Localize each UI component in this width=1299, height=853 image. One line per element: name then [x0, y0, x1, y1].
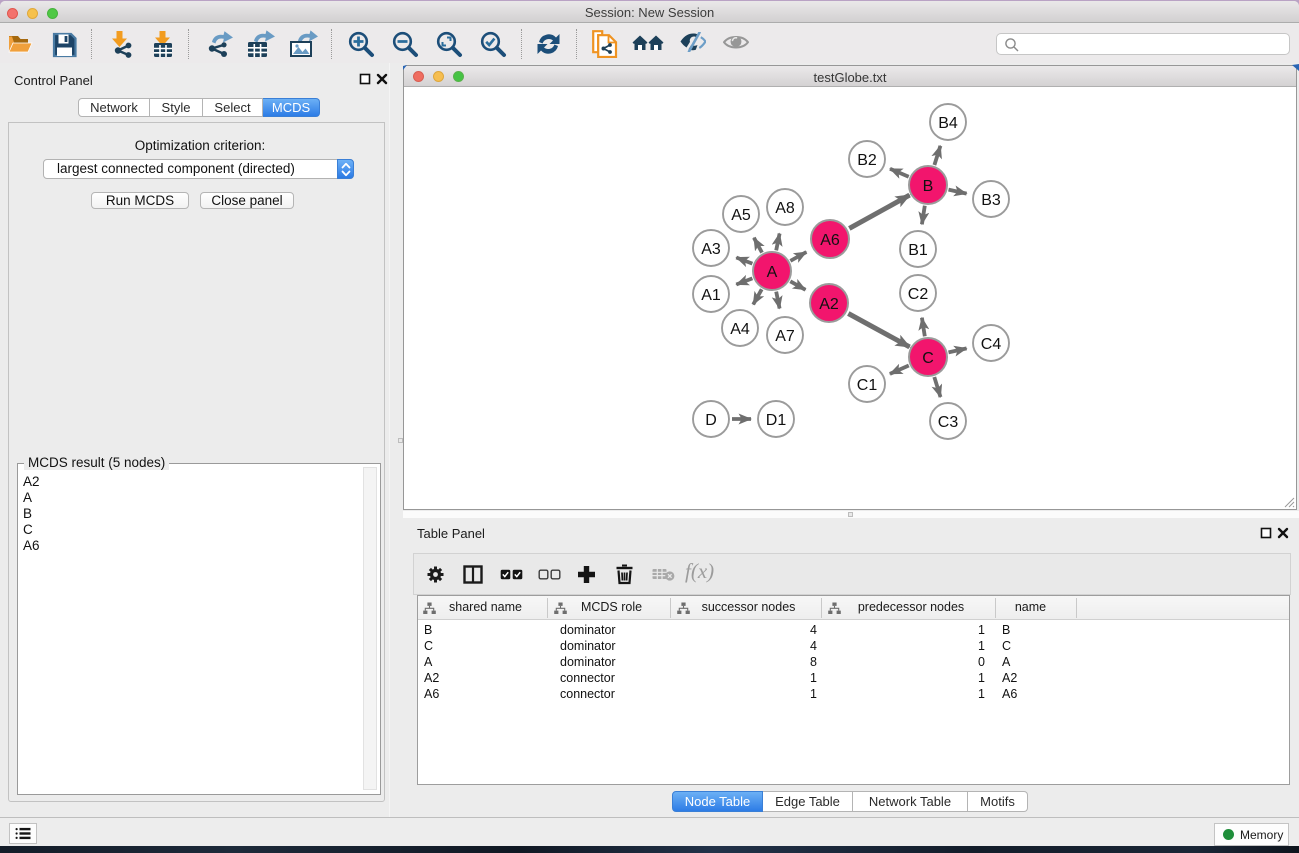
svg-text:B: B	[923, 178, 934, 195]
svg-text:C: C	[922, 350, 934, 367]
svg-text:D1: D1	[766, 412, 787, 429]
svg-text:C4: C4	[981, 336, 1002, 353]
svg-text:A6: A6	[820, 232, 840, 249]
svg-text:A7: A7	[775, 328, 795, 345]
svg-text:A4: A4	[730, 321, 750, 338]
svg-text:A: A	[767, 264, 778, 281]
svg-text:B4: B4	[938, 115, 958, 132]
svg-text:B2: B2	[857, 152, 877, 169]
svg-text:C2: C2	[908, 286, 929, 303]
svg-text:A5: A5	[731, 207, 751, 224]
svg-text:B3: B3	[981, 192, 1001, 209]
svg-text:C3: C3	[938, 414, 959, 431]
svg-text:A8: A8	[775, 200, 795, 217]
svg-text:A1: A1	[701, 287, 721, 304]
svg-text:B1: B1	[908, 242, 928, 259]
svg-text:C1: C1	[857, 377, 878, 394]
svg-text:A3: A3	[701, 241, 721, 258]
svg-text:D: D	[705, 412, 717, 429]
svg-text:A2: A2	[819, 296, 839, 313]
